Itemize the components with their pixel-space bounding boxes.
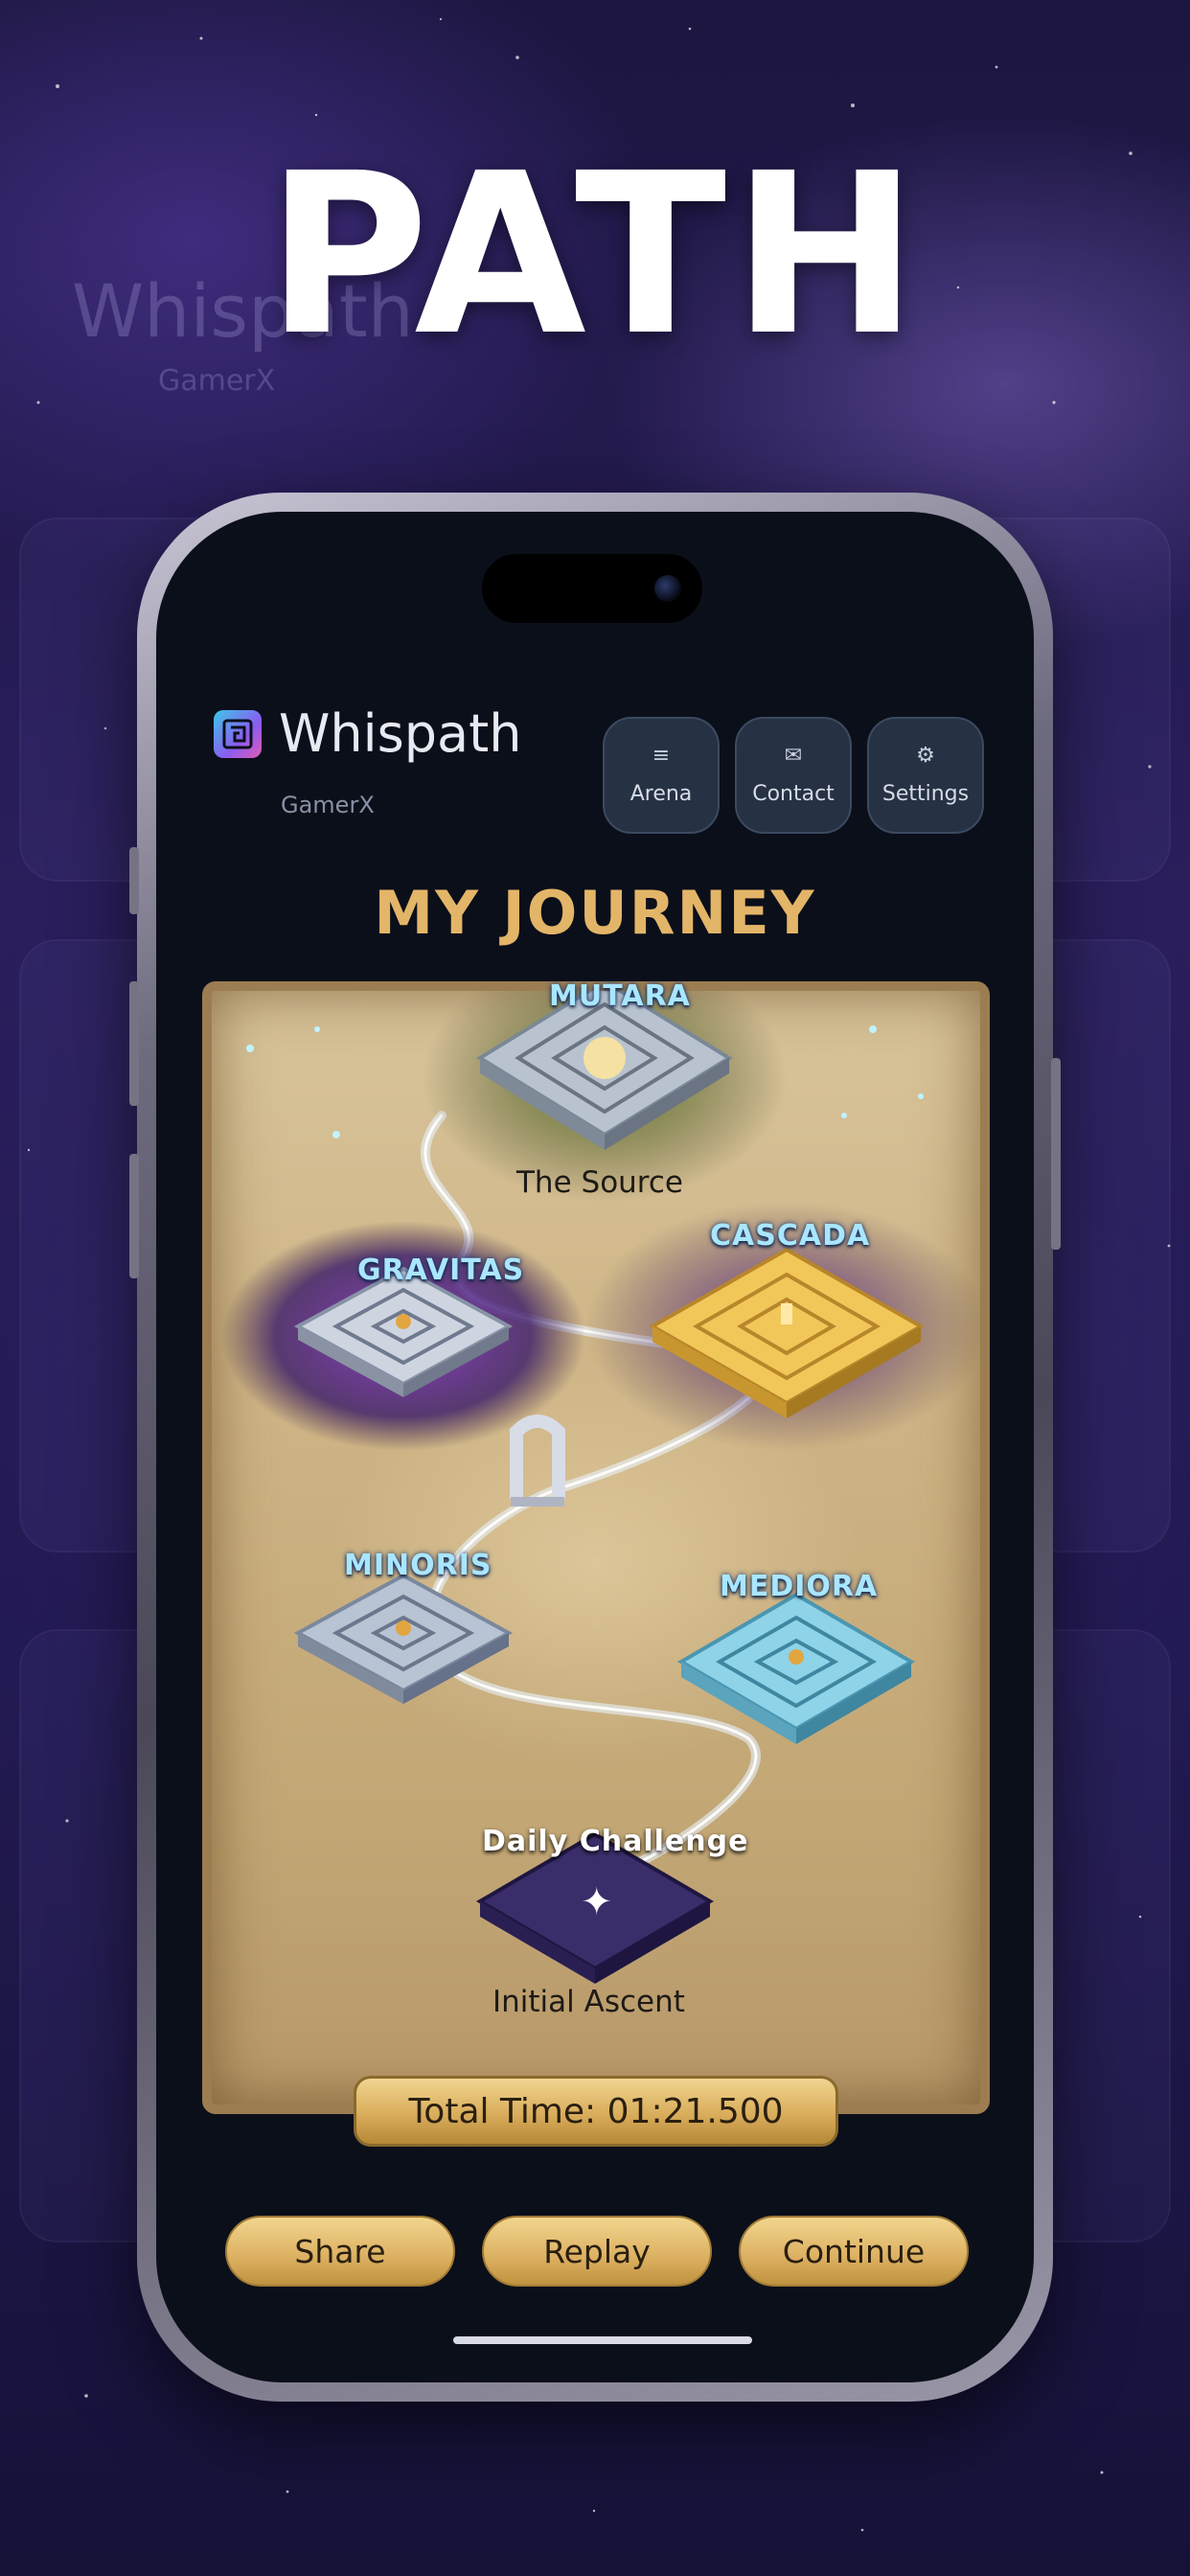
gear-icon: ⚙ [916,743,935,768]
level-minoris-label: MINORIS [344,1549,492,1582]
ghost-user: GamerX [158,364,275,398]
camera-icon [654,575,681,602]
level-cascada-label: CASCADA [710,1219,871,1253]
level-gravitas[interactable]: GRAVITAS [357,1254,524,1287]
arena-button[interactable]: ≡ Arena [603,717,720,834]
continue-button[interactable]: Continue [739,2216,969,2287]
level-cascada[interactable]: CASCADA [710,1219,870,1253]
settings-button[interactable]: ⚙ Settings [867,717,984,834]
daily-challenge-label: Daily Challenge [482,1825,749,1858]
journey-map: MUTARA The Source GRAVITAS CASCADA MINOR… [202,979,990,2114]
phone-frame: Whispath GamerX ≡ Arena ✉ Contact ⚙ Sett… [129,493,1061,2402]
ghost-user-name: GamerX [158,364,276,398]
stage-bottom-label: Initial Ascent [492,1985,685,2019]
home-indicator[interactable] [453,2336,752,2344]
volume-down-button [129,1154,139,1278]
arena-label: Arena [629,781,693,806]
app-screen: Whispath GamerX ≡ Arena ✉ Contact ⚙ Sett… [156,512,1034,2382]
replay-button[interactable]: Replay [482,2216,712,2287]
level-mediora-label: MEDIORA [720,1570,879,1603]
daily-challenge-tile[interactable]: Daily Challenge [482,1825,748,1858]
mail-icon: ✉ [784,743,803,768]
stage-top-label: The Source [516,1165,683,1200]
share-button[interactable]: Share [225,2216,455,2287]
dynamic-island [482,554,702,623]
total-time-banner: Total Time: 01:21.500 [354,2076,838,2147]
contact-label: Contact [752,781,835,806]
continue-label: Continue [782,2232,926,2270]
replay-label: Replay [543,2232,651,2270]
level-mediora[interactable]: MEDIORA [720,1570,878,1603]
contact-button[interactable]: ✉ Contact [735,717,852,834]
settings-label: Settings [881,781,970,806]
volume-up-button [129,981,139,1106]
maze-logo-icon [214,709,262,758]
headline: PATH [265,126,925,384]
level-gravitas-label: GRAVITAS [357,1254,525,1287]
level-minoris[interactable]: MINORIS [344,1549,492,1582]
total-time-text: Total Time: 01:21.500 [408,2091,784,2131]
app-brand: Whispath [214,703,522,764]
map-artwork [221,991,980,1984]
sparkle-icon: ✦ [581,1880,613,1924]
level-mutara[interactable]: MUTARA [549,979,691,1013]
power-button [1051,1058,1061,1250]
level-mutara-label: MUTARA [549,979,691,1013]
menu-icon: ≡ [652,743,671,768]
top-nav: ≡ Arena ✉ Contact ⚙ Settings [603,717,984,834]
username: GamerX [281,792,375,818]
share-label: Share [294,2232,386,2270]
app-name: Whispath [279,703,522,764]
journey-title: MY JOURNEY [374,878,816,948]
mute-switch [129,847,139,914]
